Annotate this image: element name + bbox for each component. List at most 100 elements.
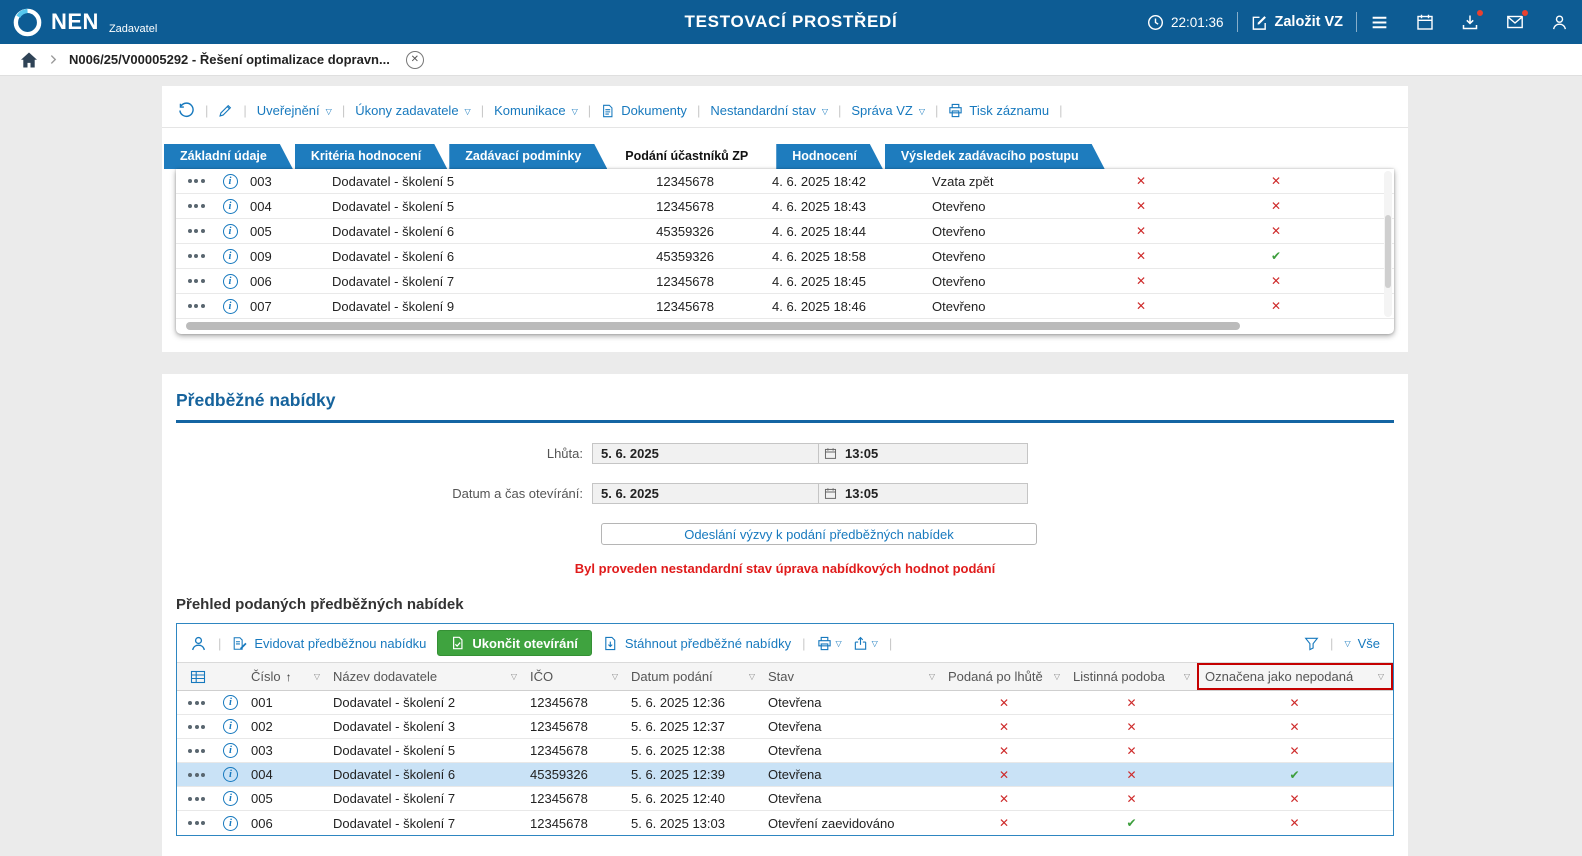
row-actions-button[interactable] — [177, 797, 217, 801]
send-invitation-button[interactable]: Odeslání výzvy k podání předběžných nabí… — [601, 523, 1037, 545]
row-info-button[interactable]: i — [216, 169, 244, 193]
print-button[interactable]: ▽ — [817, 636, 842, 651]
lhuta-time-input[interactable]: 13:05 — [818, 444, 1027, 463]
cell-stav: Otevřena — [762, 695, 942, 710]
row-actions-button[interactable] — [176, 244, 216, 268]
history-icon[interactable] — [178, 102, 195, 119]
lhuta-date-input[interactable]: 5. 6. 2025 — [593, 444, 818, 463]
profile-button[interactable] — [1551, 14, 1568, 31]
export-button[interactable]: ▽ — [853, 636, 878, 651]
table-row[interactable]: i006Dodavatel - školení 7123456784. 6. 2… — [176, 269, 1394, 294]
create-vz-button[interactable]: Založit VZ — [1251, 14, 1343, 31]
row-info-button[interactable]: i — [216, 294, 244, 318]
nen-logo[interactable]: NEN Zadavatel — [12, 0, 157, 44]
column-header-0[interactable]: Číslo↑▽ — [245, 663, 327, 690]
column-header-1[interactable]: Název dodavatele▽ — [327, 663, 524, 690]
toolbar-item-2[interactable]: Komunikace▽ — [494, 103, 578, 118]
toolbar-item-0[interactable]: Uveřejnění▽ — [257, 103, 332, 118]
oteviranni-date-input[interactable]: 5. 6. 2025 — [593, 484, 818, 503]
cell-nepodana: ✕ — [1197, 696, 1393, 710]
row-actions-button[interactable] — [177, 773, 217, 777]
row-info-button[interactable]: i — [216, 194, 244, 218]
row-actions-button[interactable] — [176, 169, 216, 193]
participants-button[interactable] — [190, 635, 207, 652]
view-all-dropdown[interactable]: ▽Vše — [1344, 636, 1380, 651]
tab-0[interactable]: Základní údaje — [164, 144, 293, 169]
column-header-2[interactable]: IČO▽ — [524, 663, 625, 690]
table-row[interactable]: i002Dodavatel - školení 3123456785. 6. 2… — [177, 715, 1393, 739]
table-row[interactable]: i006Dodavatel - školení 7123456785. 6. 2… — [177, 811, 1393, 835]
calendar-button[interactable] — [1416, 13, 1434, 31]
finish-opening-button[interactable]: Ukončit otevírání — [437, 630, 591, 656]
filter-button[interactable] — [1304, 636, 1319, 651]
table-row[interactable]: i009Dodavatel - školení 6453593264. 6. 2… — [176, 244, 1394, 269]
table-row[interactable]: i004Dodavatel - školení 6453593265. 6. 2… — [177, 763, 1393, 787]
oteviranni-time-input[interactable]: 13:05 — [818, 484, 1027, 503]
download-offers-icon — [603, 636, 618, 651]
calendar-icon[interactable] — [824, 487, 837, 500]
column-header-7[interactable]: Označena jako nepodaná▽ — [1197, 663, 1393, 690]
close-record-button[interactable]: ✕ — [406, 51, 424, 69]
tab-5[interactable]: Výsledek zadávacího postupu — [885, 144, 1105, 169]
row-info-button[interactable]: i — [216, 269, 244, 293]
column-label: IČO — [530, 669, 553, 684]
check-mark: ✔ — [1289, 768, 1299, 782]
row-actions-button[interactable] — [176, 294, 216, 318]
row-actions-button[interactable] — [177, 725, 217, 729]
scrollbar-thumb[interactable] — [186, 322, 1240, 330]
row-actions-button[interactable] — [176, 269, 216, 293]
tab-2[interactable]: Zadávací podmínky — [449, 144, 607, 169]
row-actions-button[interactable] — [177, 821, 217, 825]
vertical-scrollbar[interactable] — [1384, 171, 1392, 317]
row-info-button[interactable]: i — [217, 791, 245, 806]
toolbar-item-1[interactable]: Úkony zadavatele▽ — [355, 103, 471, 118]
table-row[interactable]: i007Dodavatel - školení 9123456784. 6. 2… — [176, 294, 1394, 319]
row-info-button[interactable]: i — [216, 244, 244, 268]
table-row[interactable]: i001Dodavatel - školení 2123456785. 6. 2… — [177, 691, 1393, 715]
downloads-button[interactable] — [1461, 13, 1479, 31]
menu-button[interactable] — [1370, 13, 1389, 32]
calendar-icon[interactable] — [824, 447, 837, 460]
messages-button[interactable] — [1506, 13, 1524, 31]
table-row[interactable]: i004Dodavatel - školení 5123456784. 6. 2… — [176, 194, 1394, 219]
breadcrumb-record[interactable]: N006/25/V00005292 - Řešení optimalizace … — [69, 52, 390, 67]
home-button[interactable] — [20, 51, 38, 69]
row-actions-button[interactable] — [177, 701, 217, 705]
row-info-button[interactable]: i — [217, 719, 245, 734]
table-row[interactable]: i005Dodavatel - školení 7123456785. 6. 2… — [177, 787, 1393, 811]
row-info-button[interactable]: i — [217, 816, 245, 831]
column-header-6[interactable]: Listinná podoba▽ — [1067, 663, 1197, 690]
row-actions-button[interactable] — [177, 749, 217, 753]
column-header-5[interactable]: Podaná po lhůtě▽ — [942, 663, 1067, 690]
toolbar-item-5[interactable]: Správa VZ▽ — [851, 103, 925, 118]
cell-po-lhute: ✕ — [942, 816, 1067, 830]
row-info-button[interactable]: i — [217, 743, 245, 758]
toolbar-item-6[interactable]: Tisk záznamu — [948, 103, 1049, 118]
row-info-button[interactable]: i — [216, 219, 244, 243]
cross-mark: ✕ — [1289, 744, 1299, 758]
tab-3[interactable]: Podání účastníků ZP — [609, 144, 774, 169]
table-row[interactable]: i003Dodavatel - školení 5123456784. 6. 2… — [176, 169, 1394, 194]
tab-1[interactable]: Kritéria hodnocení — [295, 144, 447, 169]
check-mark: ✔ — [1126, 816, 1136, 830]
cell-flag1: ✕ — [1076, 219, 1206, 243]
scrollbar-thumb[interactable] — [1385, 215, 1391, 288]
download-offers-button[interactable]: Stáhnout předběžné nabídky — [603, 636, 791, 651]
row-actions-button[interactable] — [176, 219, 216, 243]
columns-settings-button[interactable] — [177, 663, 245, 690]
cell-datum: 4. 6. 2025 18:58 — [754, 244, 926, 268]
edit-icon[interactable] — [218, 103, 233, 118]
register-offer-button[interactable]: Evidovat předběžnou nabídku — [232, 636, 426, 651]
cell-ico: 12345678 — [636, 294, 754, 318]
row-actions-button[interactable] — [176, 194, 216, 218]
table-row[interactable]: i003Dodavatel - školení 5123456785. 6. 2… — [177, 739, 1393, 763]
row-info-button[interactable]: i — [217, 695, 245, 710]
toolbar-item-4[interactable]: Nestandardní stav▽ — [710, 103, 828, 118]
column-header-3[interactable]: Datum podání▽ — [625, 663, 762, 690]
column-header-4[interactable]: Stav▽ — [762, 663, 942, 690]
horizontal-scrollbar[interactable] — [176, 319, 1394, 334]
toolbar-item-3[interactable]: Dokumenty — [601, 103, 687, 118]
tab-4[interactable]: Hodnocení — [776, 144, 883, 169]
row-info-button[interactable]: i — [217, 767, 245, 782]
table-row[interactable]: i005Dodavatel - školení 6453593264. 6. 2… — [176, 219, 1394, 244]
